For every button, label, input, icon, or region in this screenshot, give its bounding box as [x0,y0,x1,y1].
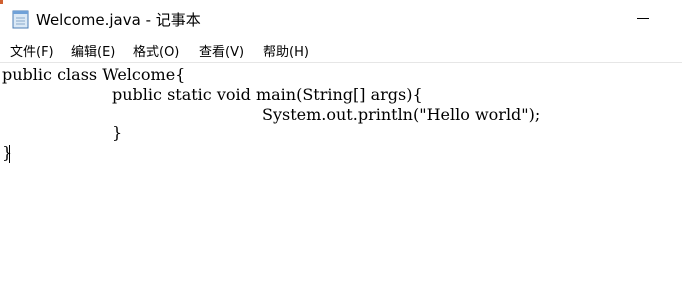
minimize-icon [637,18,649,19]
background-edge-mark [0,0,3,4]
title-bar[interactable]: Welcome.java - 记事本 [0,0,682,37]
window-title: Welcome.java - 记事本 [36,11,201,29]
menu-format[interactable]: 格式(O) [133,41,179,60]
code-line: } [2,143,13,162]
code-line: } [112,123,123,142]
menu-file[interactable]: 文件(F) [10,41,54,60]
menu-edit[interactable]: 编辑(E) [71,41,115,60]
notepad-window: Welcome.java - 记事本 文件(F) 编辑(E) 格式(O) 查看(… [0,0,682,306]
code-line: public class Welcome{ [2,65,186,84]
minimize-button[interactable] [620,0,666,37]
text-caret [9,145,10,163]
text-editor[interactable]: public class Welcome{ public static void… [0,63,682,306]
notepad-icon [12,9,30,29]
menu-help[interactable]: 帮助(H) [263,41,309,60]
menu-bar: 文件(F) 编辑(E) 格式(O) 查看(V) 帮助(H) [0,38,682,62]
menu-view[interactable]: 查看(V) [199,41,244,60]
code-line: public static void main(String[] args){ [112,85,423,104]
code-line: System.out.println("Hello world"); [262,105,541,124]
